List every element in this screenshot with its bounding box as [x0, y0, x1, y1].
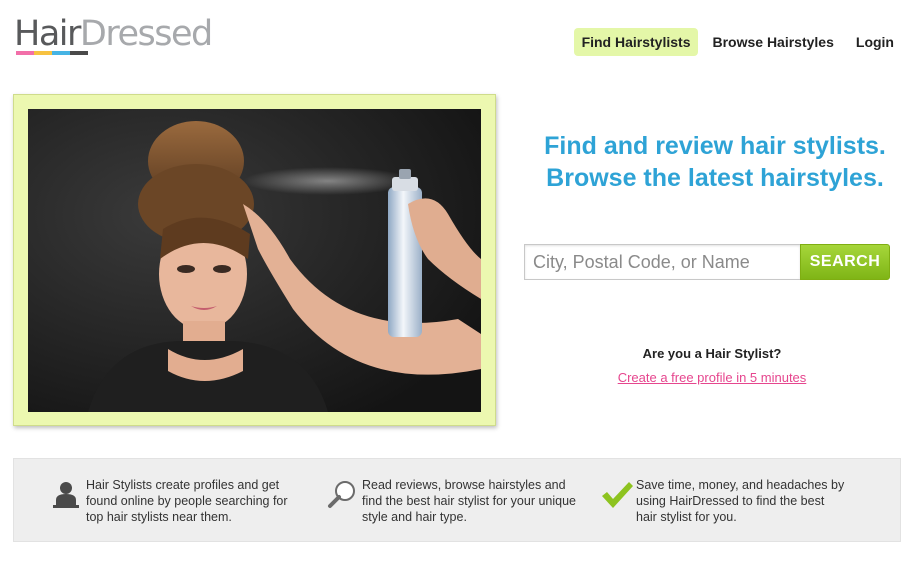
stylist-question: Are you a Hair Stylist? [642, 346, 782, 361]
nav-browse-hairstyles[interactable]: Browse Hairstyles [704, 28, 841, 56]
feature-text: Hair Stylists create profiles and get fo… [86, 478, 288, 524]
logo-wordmark: HairDressed [14, 14, 244, 54]
feature-text: Read reviews, browse hairstyles and find… [362, 478, 577, 524]
feature-text: Save time, money, and headaches by using… [636, 478, 845, 524]
create-profile-link[interactable]: Create a free profile in 5 minutes [582, 370, 842, 385]
nav-login[interactable]: Login [848, 28, 902, 56]
headline-line-1: Find and review hair stylists. [544, 132, 886, 160]
feature-stylist-profiles: Hair Stylists create profiles and get fo… [50, 477, 300, 525]
hero-headline: Find and review hair stylists. Browse th… [520, 130, 910, 194]
hero-photo-frame [13, 94, 496, 426]
hero-photo-illustration [28, 109, 481, 412]
hero-photo [28, 109, 481, 412]
logo-hair-text: Hair [14, 14, 81, 54]
person-silhouette-icon [50, 479, 86, 515]
top-nav: Find Hairstylists Browse Hairstyles Logi… [573, 28, 902, 56]
magnifier-icon [326, 479, 362, 515]
logo[interactable]: HairDressed [14, 14, 244, 58]
feature-reviews: Read reviews, browse hairstyles and find… [326, 477, 584, 525]
search-button[interactable]: SEARCH [800, 244, 890, 280]
logo-dressed-text: Dressed [79, 14, 213, 54]
features-strip: Hair Stylists create profiles and get fo… [13, 458, 901, 542]
nav-find-hairstylists[interactable]: Find Hairstylists [573, 28, 699, 56]
headline-line-2: Browse the latest hairstyles. [546, 164, 884, 192]
search-input[interactable] [524, 244, 800, 280]
logo-color-bar [16, 51, 88, 55]
search-form: SEARCH [524, 244, 890, 280]
checkmark-icon [600, 479, 636, 515]
feature-save-time: Save time, money, and headaches by using… [600, 477, 846, 525]
